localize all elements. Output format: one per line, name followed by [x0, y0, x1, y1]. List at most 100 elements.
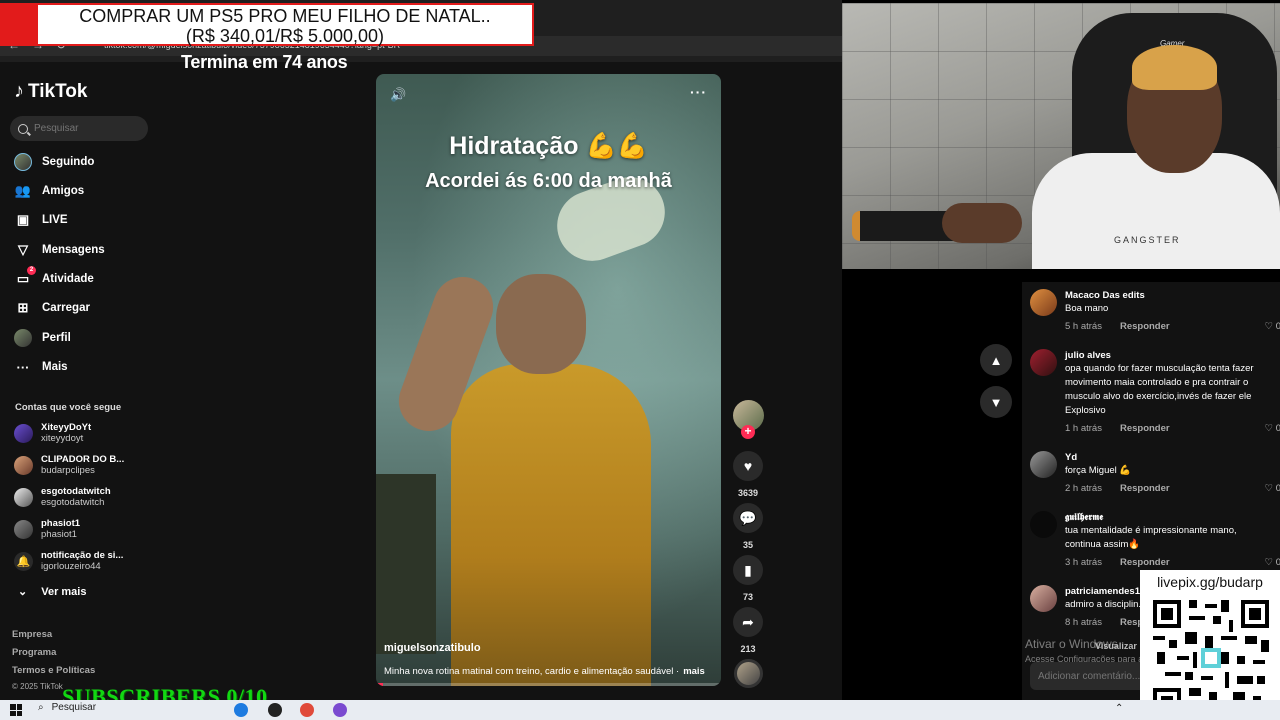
save-count: 73: [742, 592, 753, 602]
comment-author[interactable]: Macaco Das edits: [1065, 289, 1275, 302]
comment-author[interactable]: 𝖌𝖚𝖎𝖑𝖍𝖊𝖗𝖒𝖊: [1065, 511, 1275, 524]
heart-icon: ♡: [1264, 321, 1274, 332]
followed-account[interactable]: 🔔 notificação de si... igorlouzeiro44: [14, 550, 123, 572]
search-icon: ⌕: [38, 702, 44, 713]
see-more-description[interactable]: mais: [683, 666, 705, 677]
comment-text: opa quando for fazer musculação tenta fa…: [1065, 363, 1254, 416]
livepix-qr-overlay: livepix.gg/budarp: [1140, 570, 1280, 720]
bookmark-icon[interactable]: ▮: [733, 555, 763, 585]
followed-account[interactable]: phasiot1 phasiot1: [14, 518, 80, 540]
nav-label: LIVE: [42, 214, 68, 226]
comment-author[interactable]: julio alves: [1065, 349, 1275, 362]
video-author[interactable]: miguelsonzatibulo: [384, 642, 481, 654]
comment-time: 3 h atrás: [1065, 557, 1102, 568]
video-description-text: Minha nova rotina matinal com treino, ca…: [384, 666, 680, 677]
nav-mensagens[interactable]: ▽ Mensagens: [14, 238, 105, 262]
video-frame-head: [496, 274, 586, 374]
video-progress-fill: [376, 683, 383, 686]
nav-atividade[interactable]: ▭ 2 Atividade: [14, 266, 94, 291]
nav-label: Mensagens: [42, 244, 105, 256]
comment-like[interactable]: ♡ 0: [1265, 483, 1280, 494]
tiktok-logo[interactable]: ♪ TikTok: [14, 80, 87, 103]
nav-perfil[interactable]: Perfil: [14, 326, 71, 350]
app-icon[interactable]: [333, 703, 347, 717]
following-section-title: Contas que você segue: [15, 402, 122, 413]
reply-button[interactable]: Responder: [1120, 557, 1170, 568]
windows-start-icon[interactable]: [10, 704, 22, 716]
avatar[interactable]: [1030, 349, 1057, 376]
heart-icon[interactable]: ♥: [733, 451, 763, 481]
follow-plus-icon[interactable]: +: [741, 425, 755, 439]
video-frame-person: [451, 364, 651, 686]
comment-like[interactable]: ♡ 0: [1265, 557, 1280, 568]
avatar[interactable]: [1030, 511, 1057, 538]
followed-account[interactable]: esgotodatwitch esgotodatwitch: [14, 486, 111, 508]
avatar: [14, 519, 33, 539]
see-more-button[interactable]: ⌄ Ver mais: [18, 585, 86, 599]
footer-link-termos[interactable]: Termos e Políticas: [12, 665, 95, 676]
save-action[interactable]: ▮ 73: [732, 555, 764, 602]
view-button[interactable]: Visualizar: [1095, 641, 1137, 651]
nav-label: Carregar: [42, 302, 90, 314]
followed-account[interactable]: CLIPADOR DO B... budarpclipes: [14, 454, 124, 476]
comment-item: Macaco Das edits Boa mano 5 h atrás Respo…: [1030, 289, 1280, 332]
like-action[interactable]: ♥ 3639: [732, 451, 764, 498]
avatar[interactable]: [1030, 451, 1057, 478]
next-video-button[interactable]: ▼: [980, 386, 1012, 418]
search-box[interactable]: [10, 116, 148, 141]
nav-seguindo[interactable]: Seguindo: [14, 150, 94, 174]
reply-button[interactable]: Responder: [1120, 423, 1170, 434]
footer-link-empresa[interactable]: Empresa: [12, 629, 52, 640]
volume-icon[interactable]: 🔊: [390, 87, 406, 103]
chrome-icon[interactable]: [300, 703, 314, 717]
account-name: XiteyyDoYt: [41, 422, 92, 433]
comment-author[interactable]: Yd: [1065, 451, 1275, 464]
more-icon: ···: [16, 359, 30, 375]
avatar[interactable]: [1030, 289, 1057, 316]
share-icon[interactable]: ➦: [733, 607, 763, 637]
tiktok-note-icon: ♪: [14, 80, 24, 102]
avatar: [14, 487, 33, 507]
nav-label: Amigos: [42, 185, 85, 197]
taskbar-search[interactable]: ⌕ Pesquisar: [38, 702, 96, 713]
comment-item: 𝖌𝖚𝖎𝖑𝖍𝖊𝖗𝖒𝖊 tua mentalidade é impressionan…: [1030, 511, 1280, 568]
account-name: phasiot1: [41, 518, 81, 529]
app-icon[interactable]: [268, 703, 282, 717]
nav-carregar[interactable]: ⊞ Carregar: [14, 296, 90, 320]
friends-icon: 👥: [14, 183, 32, 198]
search-icon: [18, 123, 28, 134]
comment-action[interactable]: 💬 35: [732, 503, 764, 550]
logo-text: TikTok: [28, 80, 88, 102]
footer-link-programa[interactable]: Programa: [12, 647, 56, 658]
music-disc[interactable]: [734, 659, 763, 688]
comment-icon[interactable]: 💬: [733, 503, 763, 533]
comment-like-count: 0: [1275, 557, 1280, 568]
comment-time: 1 h atrás: [1065, 423, 1102, 434]
chevron-up-icon: ▲: [989, 352, 1003, 368]
nav-live[interactable]: ▣ LIVE: [14, 208, 68, 232]
more-options-icon[interactable]: ···: [690, 84, 707, 100]
like-count: 3639: [737, 488, 759, 498]
share-action[interactable]: ➦ 213: [732, 607, 764, 654]
comment-item: Yd força Miguel 💪 2 h atrás Responder ♡ 0: [1030, 451, 1280, 494]
system-tray[interactable]: ⌃: [1115, 703, 1123, 714]
video-progress-bar[interactable]: [376, 683, 721, 686]
upload-icon: ⊞: [17, 300, 29, 315]
video-player[interactable]: Hidratação 💪💪 Acordei ás 6:00 da manhã 🔊…: [376, 74, 721, 686]
edge-icon[interactable]: [234, 703, 248, 717]
comment-like[interactable]: ♡ 0: [1265, 321, 1280, 332]
followed-account[interactable]: XiteyyDoYt xiteyydoyt: [14, 422, 91, 444]
previous-video-button[interactable]: ▲: [980, 344, 1012, 376]
comment-like-count: 0: [1275, 423, 1280, 434]
reply-button[interactable]: Responder: [1120, 483, 1170, 494]
account-name: notificação de si...: [41, 550, 124, 561]
search-input[interactable]: [34, 123, 134, 134]
avatar[interactable]: [1030, 585, 1057, 612]
comment-text: tua mentalidade é impressionante mano, c…: [1065, 525, 1237, 550]
reply-button[interactable]: Responder: [1120, 321, 1170, 332]
comment-like[interactable]: ♡ 0: [1265, 423, 1280, 434]
nav-amigos[interactable]: 👥 Amigos: [14, 179, 84, 203]
nav-mais[interactable]: ··· Mais: [14, 355, 68, 379]
following-avatar-icon: [14, 153, 32, 171]
banner-title: COMPRAR UM PS5 PRO MEU FILHO DE NATAL..: [79, 6, 491, 26]
